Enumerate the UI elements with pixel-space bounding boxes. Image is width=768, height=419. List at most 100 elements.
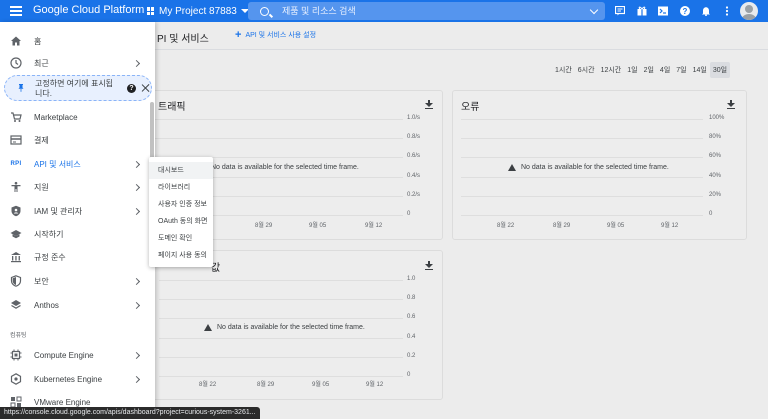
time-range-option[interactable]: 12시간: [598, 62, 625, 78]
submenu-item-dashboard[interactable]: 대시보드: [149, 162, 213, 179]
nav-item-support[interactable]: 지원: [0, 176, 155, 198]
nav-item-compute-engine[interactable]: Compute Engine: [0, 344, 155, 366]
y-tick-label: 20%: [709, 191, 722, 198]
chevron-down-icon[interactable]: [589, 5, 599, 15]
nav-item-security[interactable]: 보안: [0, 270, 155, 292]
submenu-item-oauth-consent[interactable]: OAuth 동의 화면: [149, 213, 213, 230]
search-input[interactable]: [282, 6, 572, 16]
nav-item-iam-admin[interactable]: IAM 및 관리자: [0, 200, 155, 222]
y-tick-label: 1.0/s: [407, 115, 421, 121]
nav-item-recent[interactable]: 최근: [0, 52, 155, 74]
gridline: [461, 157, 703, 159]
nav-scrollbar[interactable]: [150, 102, 154, 162]
submenu-item-credentials[interactable]: 사용자 인증 정보: [149, 196, 213, 213]
y-tick-label: 0.4: [407, 333, 416, 340]
enable-apis-button[interactable]: + API 및 서비스 사용 설정: [235, 28, 317, 41]
nav-label: 규정 준수: [34, 252, 66, 262]
y-tick-label: 0.4/s: [407, 172, 421, 179]
navigation-drawer: 홈 최근 고정하면 여기에 표시됩니다. ? Marketplace 결제 RP…: [0, 22, 155, 419]
time-range-option[interactable]: 6시간: [575, 62, 598, 78]
brand-title[interactable]: Google Cloud Platform: [33, 4, 144, 16]
x-tick-label: 9월 12: [661, 223, 679, 229]
time-range-option[interactable]: 30일: [709, 62, 731, 78]
gridline: [461, 195, 703, 197]
nav-item-compliance[interactable]: 규정 준수: [0, 246, 155, 268]
nav-label: Kubernetes Engine: [34, 374, 103, 384]
chevron-right-icon: [132, 375, 141, 383]
chat-icon[interactable]: [615, 6, 625, 16]
school-icon: [10, 230, 22, 239]
menu-icon[interactable]: [10, 5, 22, 17]
traffic-card-title: 트래픽: [158, 102, 186, 113]
enable-apis-label: API 및 서비스 사용 설정: [245, 32, 317, 39]
avatar[interactable]: [740, 2, 758, 20]
security-icon: [10, 275, 22, 287]
chip-icon: [10, 349, 22, 361]
bell-icon[interactable]: [701, 6, 711, 16]
time-range-option[interactable]: 7일: [673, 62, 689, 78]
time-range-option[interactable]: 14일: [690, 62, 710, 78]
time-range-option[interactable]: 1시간: [552, 62, 575, 78]
gridline: [159, 318, 403, 320]
download-icon[interactable]: [727, 100, 735, 109]
search-icon: [260, 6, 269, 16]
y-tick-label: 0.8/s: [407, 134, 421, 141]
download-icon[interactable]: [425, 261, 433, 270]
chevron-right-icon: [132, 160, 141, 168]
support-icon: [11, 181, 21, 192]
time-range-option[interactable]: 2일: [641, 62, 657, 78]
gridline: [159, 337, 403, 339]
gridline: [461, 119, 703, 120]
nav-label: 결제: [34, 135, 49, 145]
no-data-text: No data is available for the selected ti…: [521, 164, 669, 171]
download-icon[interactable]: [425, 100, 433, 109]
y-tick-label: 100%: [709, 115, 725, 121]
section-label-compute: 컴퓨팅: [10, 333, 27, 339]
time-range-option[interactable]: 4일: [657, 62, 673, 78]
project-selector[interactable]: My Project 87883: [147, 3, 249, 19]
billing-icon: [10, 135, 22, 145]
chevron-right-icon: [132, 301, 141, 309]
nav-label: 시작하기: [34, 229, 64, 239]
x-tick-label: 9월 05: [312, 382, 330, 388]
y-tick-label: 0.2/s: [407, 191, 421, 198]
nav-label: Marketplace: [34, 112, 78, 122]
gridline: [461, 215, 703, 216]
submenu-item-domain-verification[interactable]: 도메인 확인: [149, 230, 213, 247]
kubernetes-icon: [10, 373, 22, 385]
nav-label: API 및 서비스: [34, 159, 81, 169]
submenu-item-library[interactable]: 라이브러리: [149, 179, 213, 196]
no-data-text: No data is available for the selected ti…: [217, 324, 365, 331]
terminal-icon[interactable]: [658, 6, 668, 16]
gridline: [151, 138, 403, 140]
time-range-option[interactable]: 1일: [624, 62, 640, 78]
nav-item-anthos[interactable]: Anthos: [0, 294, 155, 316]
chevron-right-icon: [132, 183, 141, 191]
nav-item-home[interactable]: 홈: [0, 30, 155, 52]
gift-icon[interactable]: [637, 6, 647, 16]
project-icon: [147, 7, 155, 15]
time-range-selector: 1시간 6시간 12시간 1일 2일 4일 7일 14일 30일: [552, 62, 731, 78]
nav-item-kubernetes-engine[interactable]: Kubernetes Engine: [0, 368, 155, 390]
x-tick-label: 9월 12: [366, 382, 384, 388]
warning-icon: [508, 164, 516, 171]
gridline: [159, 299, 403, 301]
nav-item-marketplace[interactable]: Marketplace: [0, 106, 155, 128]
y-tick-label: 0: [407, 372, 411, 378]
search-bar[interactable]: [248, 2, 605, 20]
more-vert-icon[interactable]: [722, 6, 732, 16]
help-icon[interactable]: ?: [127, 84, 136, 93]
help-circle-icon[interactable]: ?: [680, 6, 690, 16]
nav-item-getting-started[interactable]: 시작하기: [0, 223, 155, 245]
submenu-item-page-usage-agreements[interactable]: 페이지 사용 동의: [149, 247, 213, 264]
nav-label: 홈: [34, 36, 42, 46]
close-icon[interactable]: [141, 83, 151, 93]
chevron-right-icon: [132, 277, 141, 285]
api-services-submenu: 대시보드 라이브러리 사용자 인증 정보 OAuth 동의 화면 도메인 확인 …: [149, 157, 213, 267]
errors-card: 오류 100% 80% 60% 40% 20% 0 8월 22 8월 29 9월 05 9월 12…: [452, 90, 747, 240]
x-tick-label: 9월 05: [607, 223, 625, 229]
nav-label: IAM 및 관리자: [34, 206, 83, 216]
nav-item-billing[interactable]: 결제: [0, 129, 155, 151]
plus-icon: +: [235, 28, 242, 41]
nav-item-api-services[interactable]: RPI API 및 서비스: [0, 153, 155, 175]
